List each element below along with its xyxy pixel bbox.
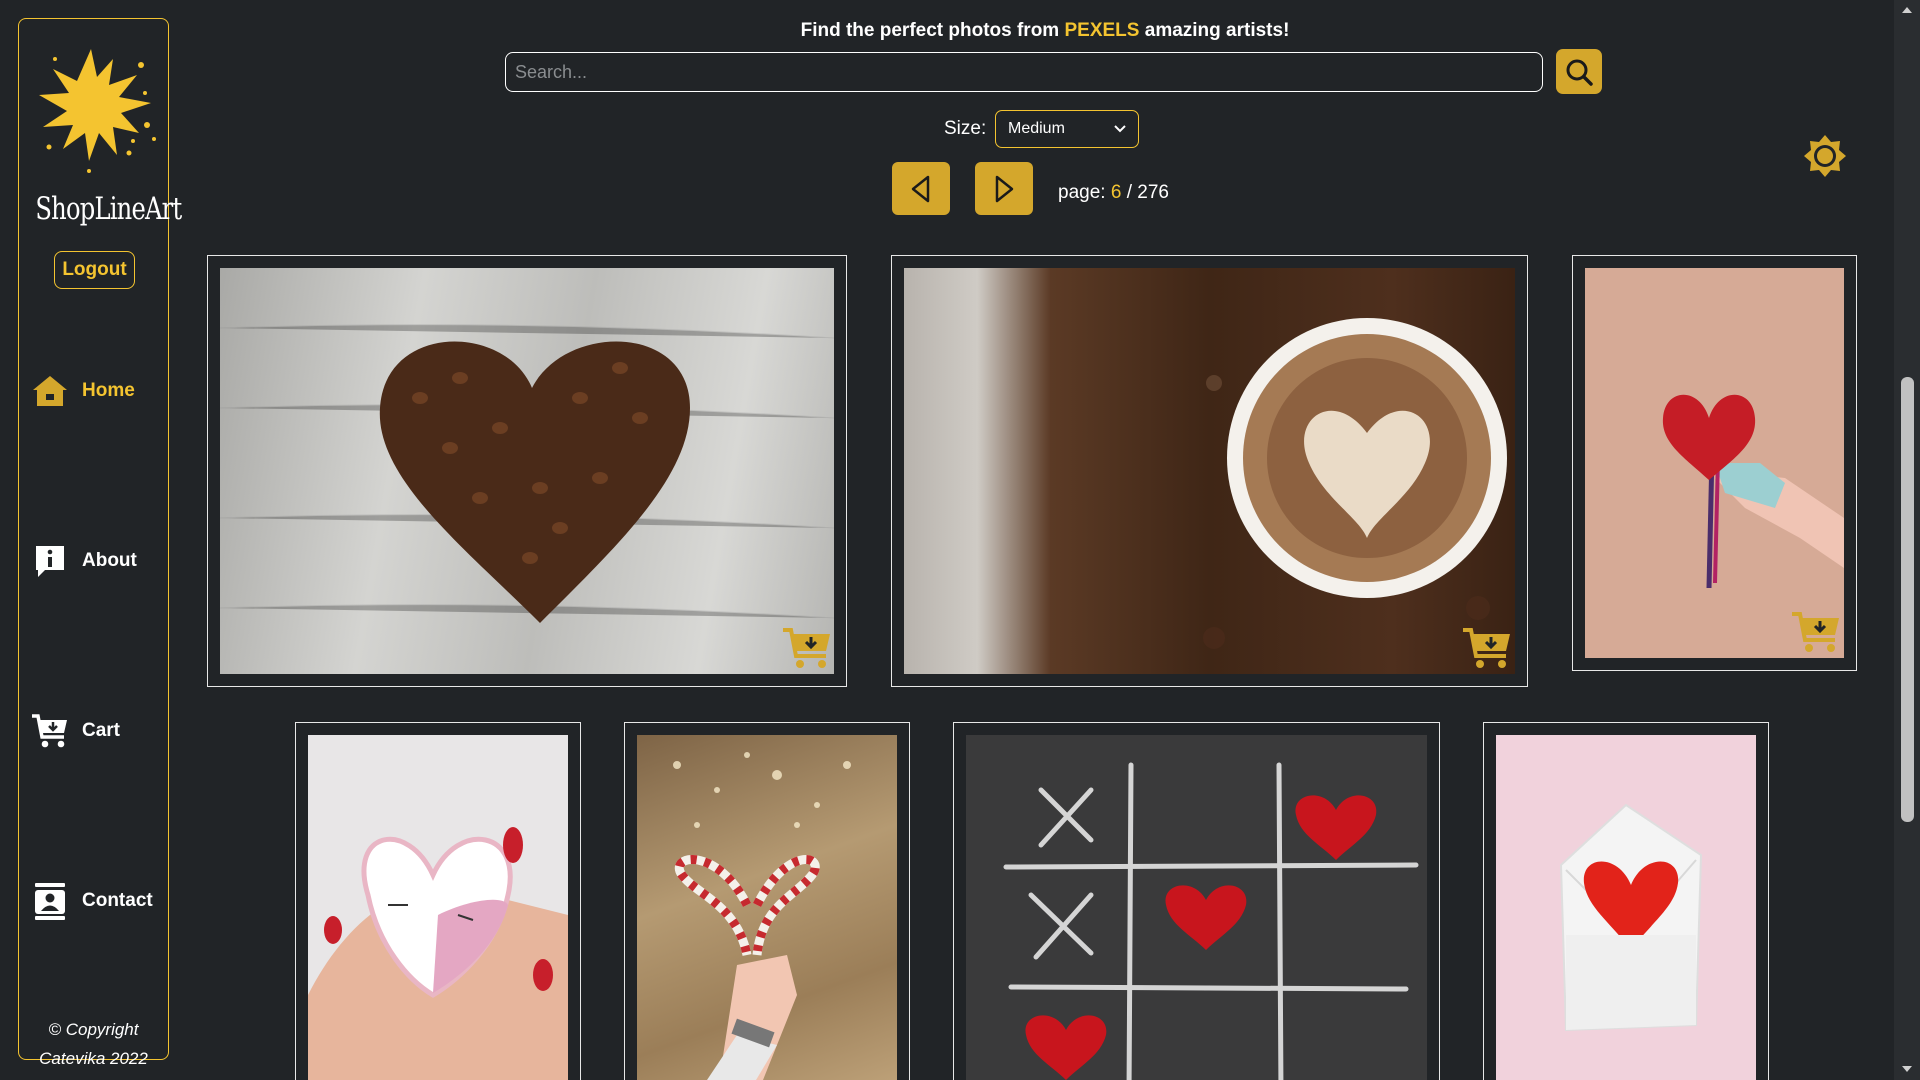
photo-image[interactable]	[1585, 268, 1844, 658]
page-prefix: page:	[1058, 182, 1106, 203]
home-icon	[31, 372, 69, 410]
page-separator: /	[1126, 182, 1132, 203]
info-icon	[31, 542, 69, 580]
scroll-thumb[interactable]	[1901, 377, 1914, 822]
triangle-right-icon	[995, 175, 1014, 202]
sidebar: ShopLineArt Logout Home About Cart Conta…	[18, 18, 182, 1068]
photo-image[interactable]	[1496, 735, 1756, 1080]
scroll-down-icon[interactable]	[1900, 1063, 1914, 1075]
photo-image[interactable]	[308, 735, 568, 1080]
tagline: Find the perfect photos from PEXELS amaz…	[0, 20, 1920, 42]
sun-icon[interactable]	[1802, 133, 1848, 179]
cart-icon	[31, 712, 69, 750]
heart-envelope-image	[1559, 803, 1703, 1032]
copyright: © Copyright Catevika 2022	[19, 1015, 168, 1073]
photo-card	[1483, 722, 1769, 1080]
page-current: 6	[1110, 182, 1122, 203]
nav-contact[interactable]: Contact	[31, 879, 161, 923]
photo-card	[1572, 255, 1857, 671]
logout-button[interactable]: Logout	[54, 251, 135, 289]
nav-home[interactable]: Home	[31, 369, 161, 413]
photo-image[interactable]	[966, 735, 1427, 1080]
search-icon	[1566, 59, 1593, 86]
nav-label-contact: Contact	[82, 890, 153, 911]
copyright-line-1: © Copyright	[48, 1020, 139, 1039]
page-indicator: page: 6 / 276	[1058, 182, 1169, 204]
tagline-text-start: Find the perfect photos from	[800, 20, 1060, 41]
add-to-cart-icon[interactable]	[782, 626, 832, 670]
paint-splash-logo	[39, 49, 156, 173]
tic-tac-toe-hearts-image	[1003, 762, 1419, 1080]
triangle-left-icon	[911, 175, 930, 202]
tagline-text-end: amazing artists!	[1144, 20, 1290, 41]
candy-cane-heart-image	[673, 752, 851, 1080]
heart-hand-image	[1662, 394, 1844, 589]
photo-image[interactable]	[637, 735, 897, 1080]
nav-label-about: About	[82, 550, 137, 571]
photo-card	[891, 255, 1528, 687]
chevron-down-icon	[1114, 125, 1126, 133]
add-to-cart-icon[interactable]	[1462, 626, 1512, 670]
nav-cart[interactable]: Cart	[31, 709, 161, 753]
heart-cookie-image	[308, 827, 568, 1080]
scrollbar[interactable]	[1894, 0, 1920, 1080]
scroll-up-icon[interactable]	[1900, 4, 1914, 16]
nav-label-home: Home	[82, 380, 135, 401]
photo-image[interactable]	[220, 268, 834, 674]
coffee-heart-image	[220, 324, 834, 623]
latte-art-image	[1203, 318, 1507, 649]
nav-about[interactable]: About	[31, 539, 161, 583]
search-input[interactable]	[505, 52, 1543, 92]
photo-image[interactable]	[904, 268, 1515, 674]
page-total: 276	[1137, 182, 1169, 203]
contact-icon	[31, 882, 69, 920]
copyright-line-2: Catevika 2022	[39, 1049, 148, 1068]
search-button[interactable]	[1556, 49, 1602, 94]
photo-card	[295, 722, 581, 1080]
size-select-value: Medium	[1008, 120, 1065, 137]
add-to-cart-icon[interactable]	[1791, 610, 1841, 654]
brand-name: ShopLineArt	[35, 191, 182, 227]
photo-card	[624, 722, 910, 1080]
tagline-brand: PEXELS	[1064, 20, 1140, 41]
photo-card	[953, 722, 1440, 1080]
next-page-button[interactable]	[975, 162, 1033, 215]
nav-label-cart: Cart	[82, 720, 121, 741]
size-label: Size:	[944, 118, 987, 139]
photo-card	[207, 255, 847, 687]
prev-page-button[interactable]	[892, 162, 950, 215]
size-select[interactable]: Medium	[995, 110, 1139, 148]
